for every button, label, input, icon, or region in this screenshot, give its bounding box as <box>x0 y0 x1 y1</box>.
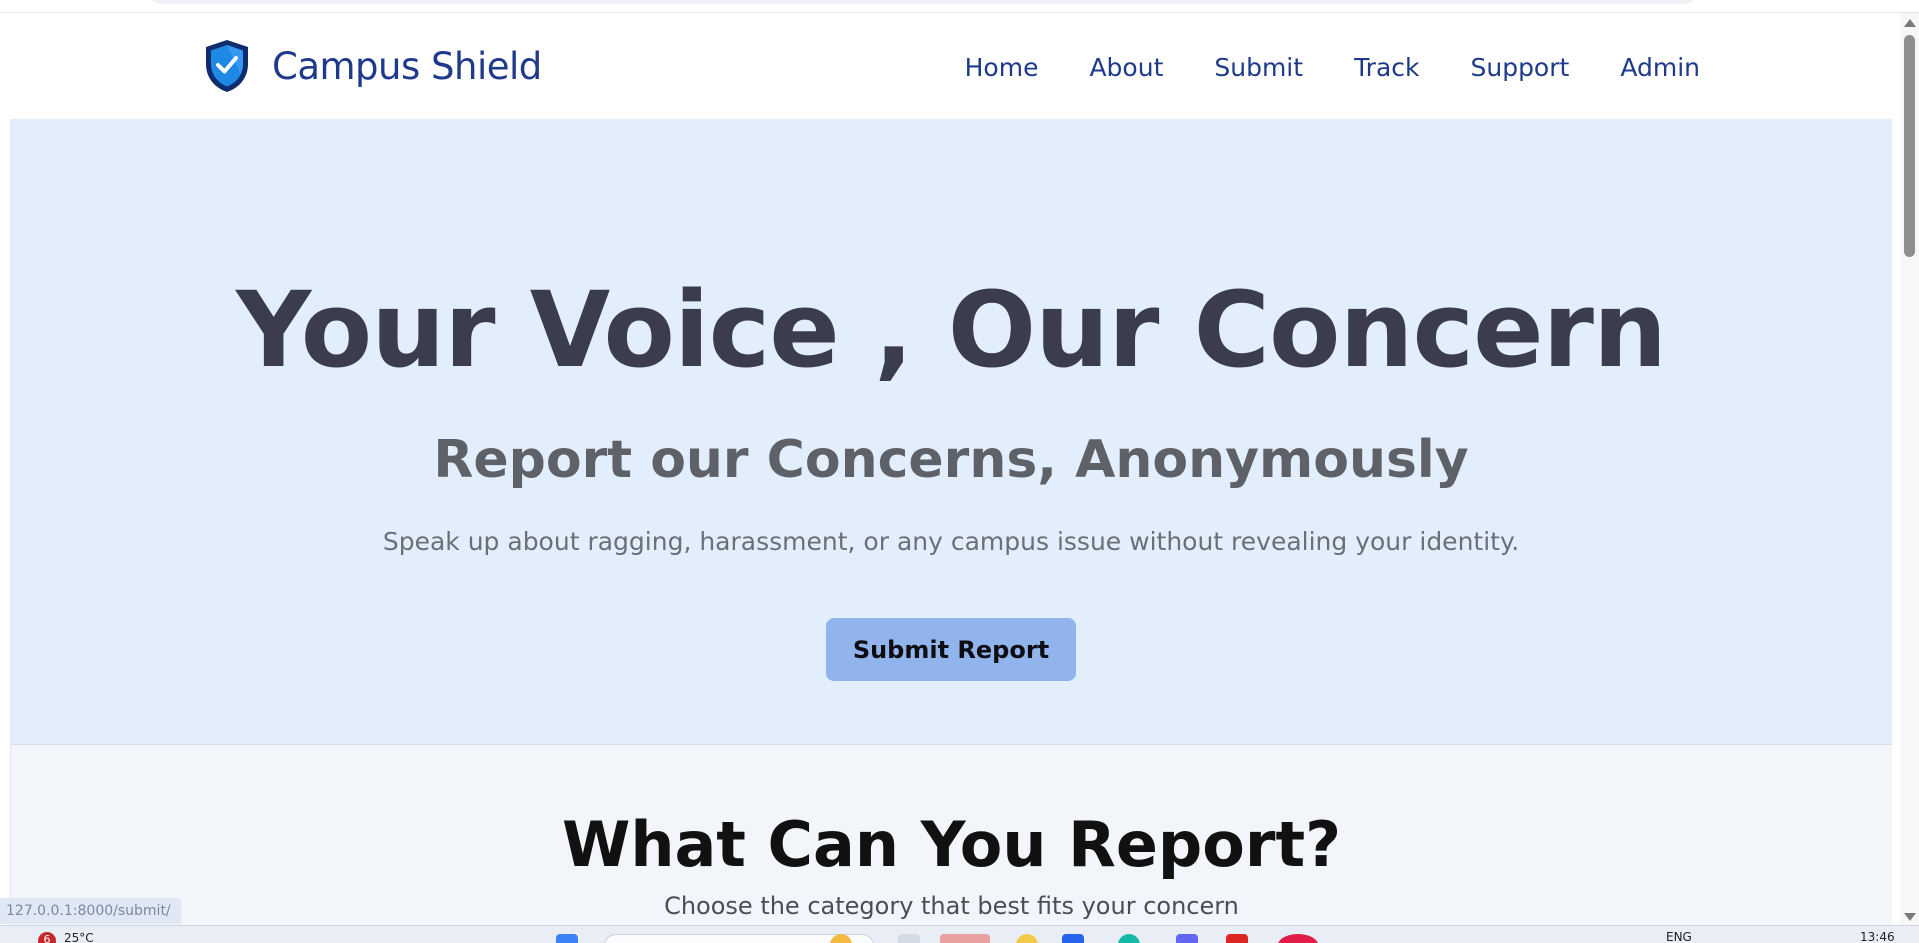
windows-start-icon[interactable] <box>556 934 578 943</box>
nav-admin-link[interactable]: Admin <box>1620 53 1700 82</box>
weather-badge[interactable]: 6 <box>38 932 56 943</box>
submit-report-button[interactable]: Submit Report <box>826 618 1076 681</box>
brand[interactable]: Campus Shield <box>202 38 542 94</box>
hero-title: Your Voice , Our Concern <box>235 269 1667 391</box>
weather-temperature[interactable]: 25°C <box>64 931 94 943</box>
task-view-icon[interactable] <box>898 934 920 943</box>
hero-subtitle: Report our Concerns, Anonymously <box>433 430 1469 490</box>
scroll-thumb[interactable] <box>1904 35 1915 257</box>
browser-top-strip <box>0 0 1919 13</box>
browser-address-bar-edge <box>150 0 1695 4</box>
categories-subtitle: Choose the category that best fits your … <box>664 892 1239 920</box>
navbar: Campus Shield Home About Submit Track Su… <box>0 13 1900 119</box>
app-icon[interactable] <box>1176 934 1198 943</box>
shield-check-icon <box>206 40 248 92</box>
report-categories-section: What Can You Report? Choose the category… <box>10 745 1892 925</box>
nav-support-link[interactable]: Support <box>1470 53 1569 82</box>
chrome-browser-icon[interactable] <box>1278 934 1318 943</box>
store-icon[interactable] <box>1062 934 1084 943</box>
page-scrollbar[interactable] <box>1900 13 1919 925</box>
language-indicator[interactable]: ENG <box>1666 930 1692 943</box>
hero-description: Speak up about ragging, harassment, or a… <box>382 527 1520 556</box>
nav-home-link[interactable]: Home <box>965 53 1039 82</box>
scroll-up-icon[interactable] <box>1904 19 1916 27</box>
taskbar-app-icon[interactable] <box>940 934 990 943</box>
scroll-down-icon[interactable] <box>1904 913 1916 921</box>
edge-browser-icon[interactable] <box>1118 934 1140 943</box>
os-taskbar: 6 25°C ENG 13:46 <box>0 925 1919 943</box>
nav-submit-link[interactable]: Submit <box>1214 53 1303 82</box>
mail-icon[interactable] <box>1226 934 1248 943</box>
nav-about-link[interactable]: About <box>1089 53 1163 82</box>
status-bar-url: 127.0.0.1:8000/submit/ <box>0 898 181 924</box>
main-nav: Home About Submit Track Support Admin <box>914 53 1700 82</box>
categories-title: What Can You Report? <box>561 808 1342 881</box>
hero-section: Your Voice , Our Concern Report our Conc… <box>10 119 1892 745</box>
clock[interactable]: 13:46 <box>1860 930 1895 943</box>
file-explorer-icon[interactable] <box>1016 934 1038 943</box>
nav-track-link[interactable]: Track <box>1354 53 1419 82</box>
brand-name: Campus Shield <box>272 44 542 88</box>
